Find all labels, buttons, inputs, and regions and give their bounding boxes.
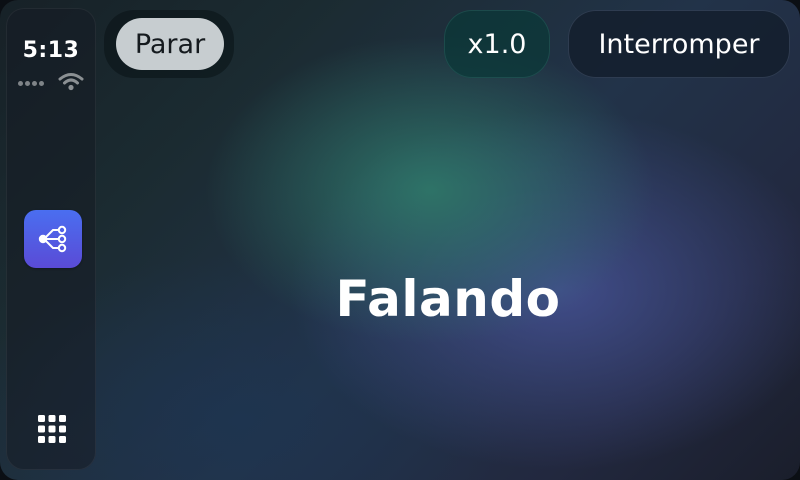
status-time: 5:13	[22, 38, 80, 63]
playback-speed-button[interactable]: x1.0	[444, 10, 550, 78]
status-indicators	[18, 73, 90, 96]
share-nodes-app-button[interactable]	[24, 210, 82, 268]
interrupt-button[interactable]: Interromper	[568, 10, 790, 78]
stop-button[interactable]: Parar	[116, 18, 224, 70]
share-nodes-icon	[38, 225, 67, 253]
app-grid-button[interactable]	[35, 412, 69, 446]
sidebar: 5:13	[6, 8, 96, 470]
speaking-status-text: Falando	[335, 270, 561, 328]
cellular-signal-dots-icon	[18, 81, 44, 86]
app-grid-icon	[38, 415, 66, 443]
carplay-screen: 5:13 Parar x1.0 Interromper Falando	[0, 0, 800, 480]
wifi-icon	[58, 73, 84, 91]
